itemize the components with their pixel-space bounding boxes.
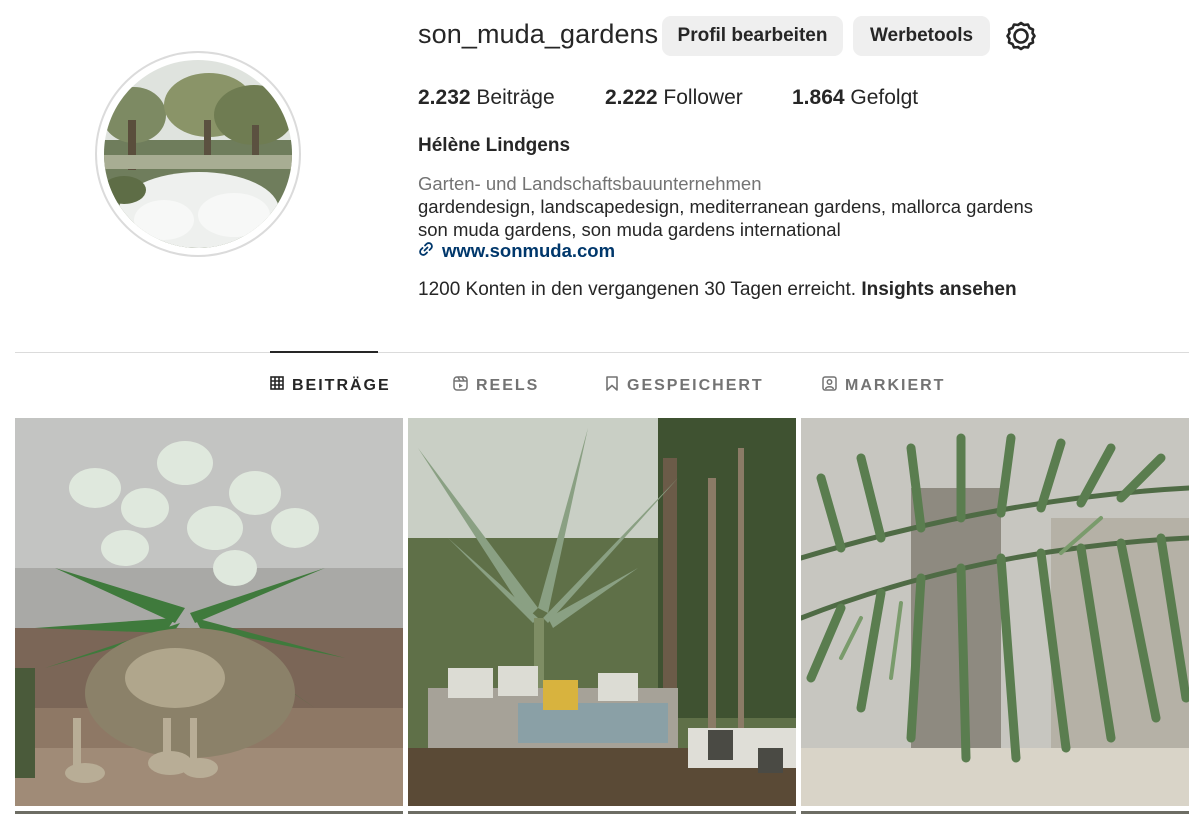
stat-followers[interactable]: 2.222 Follower (605, 86, 743, 110)
tabs-divider (15, 352, 1189, 353)
ad-tools-button[interactable]: Werbetools (853, 16, 990, 56)
grid-icon (270, 376, 284, 395)
tab-saved[interactable]: GESPEICHERT (605, 376, 764, 396)
post-thumbnail-1[interactable] (15, 418, 403, 806)
post-thumbnail-3[interactable] (801, 418, 1189, 806)
bookmark-icon (605, 376, 619, 396)
post-thumbnail-2[interactable] (408, 418, 796, 806)
website-link[interactable]: www.sonmuda.com (418, 240, 615, 262)
username: son_muda_gardens (418, 19, 659, 49)
category-label: Garten- und Landschaftsbauunternehmen (418, 173, 762, 194)
stat-following-value: 1.864 (792, 86, 845, 109)
stat-posts-label: Beiträge (476, 86, 555, 109)
full-name: Hélène Lindgens (418, 135, 571, 156)
tab-posts[interactable]: BEITRÄGE (270, 376, 391, 395)
bio-line-2: son muda gardens, son muda gardens inter… (418, 219, 841, 240)
insights-text: 1200 Konten in den vergangenen 30 Tagen … (418, 279, 857, 300)
tab-reels-label: REELS (476, 377, 540, 394)
tagged-icon (822, 376, 837, 396)
avatar[interactable] (104, 60, 292, 248)
insights-link[interactable]: Insights ansehen (861, 279, 1016, 300)
tab-saved-label: GESPEICHERT (627, 377, 764, 394)
stat-followers-value: 2.222 (605, 86, 658, 109)
stat-posts: 2.232 Beiträge (418, 86, 555, 110)
stat-following-label: Gefolgt (850, 86, 919, 109)
edit-profile-button[interactable]: Profil bearbeiten (662, 16, 843, 56)
bio-line-1: gardendesign, landscapedesign, mediterra… (418, 196, 1034, 217)
active-tab-indicator (270, 351, 378, 353)
reels-icon (453, 376, 468, 396)
tab-reels[interactable]: REELS (453, 376, 539, 396)
insights-row: 1200 Konten in den vergangenen 30 Tagen … (418, 279, 1017, 301)
tab-tagged-label: MARKIERT (845, 377, 946, 394)
link-icon (418, 240, 434, 262)
gear-icon[interactable] (1004, 19, 1038, 53)
stat-followers-label: Follower (663, 86, 743, 109)
tab-posts-label: BEITRÄGE (292, 376, 391, 394)
stat-posts-value: 2.232 (418, 86, 471, 109)
website-text: www.sonmuda.com (442, 240, 616, 261)
tab-tagged[interactable]: MARKIERT (822, 376, 945, 396)
stat-following[interactable]: 1.864 Gefolgt (792, 86, 918, 110)
